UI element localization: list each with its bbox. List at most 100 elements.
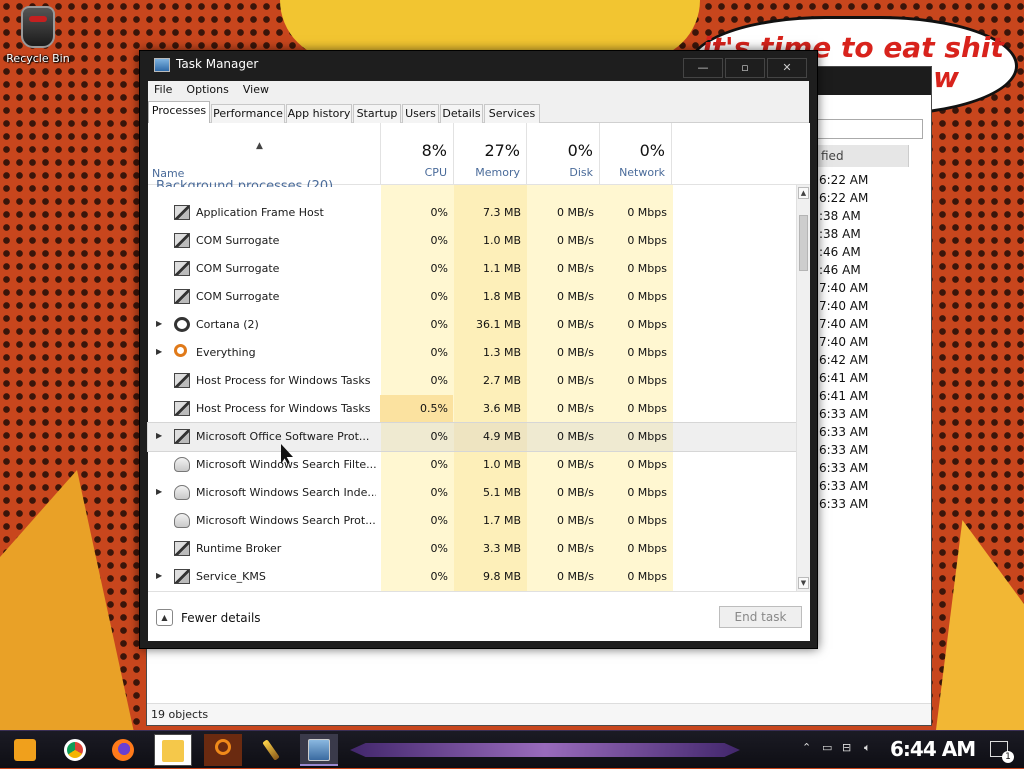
task-manager-window[interactable]: Task Manager — ▫ ✕ File Options View Pro… (139, 50, 818, 649)
process-disk: 0 MB/s (557, 318, 594, 331)
explorer-time-cell: 6:33 AM (819, 407, 869, 421)
volume-icon[interactable]: 🔈︎ (864, 741, 871, 755)
process-network: 0 Mbps (627, 570, 667, 583)
tray-chevron-up-icon[interactable]: ⌃ (802, 741, 811, 754)
process-name: Service_KMS (196, 570, 266, 583)
gear-icon (174, 373, 190, 388)
expand-arrow-icon[interactable]: ▶ (156, 431, 162, 440)
tab-performance[interactable]: Performance (211, 104, 285, 123)
process-memory: 5.1 MB (482, 486, 521, 499)
explorer-search-box[interactable] (817, 119, 923, 139)
menu-bar: File Options View (148, 81, 809, 99)
taskbar-everything-search[interactable] (204, 734, 242, 766)
gear-icon (174, 569, 190, 584)
process-memory: 4.9 MB (482, 430, 521, 443)
process-row[interactable]: Runtime Broker 0% 3.3 MB 0 MB/s 0 Mbps (148, 535, 796, 563)
process-list-scrollbar[interactable]: ▲ ▼ (796, 185, 810, 591)
tab-users[interactable]: Users (402, 104, 439, 123)
process-disk: 0 MB/s (557, 290, 594, 303)
process-row[interactable]: COM Surrogate 0% 1.0 MB 0 MB/s 0 Mbps (148, 227, 796, 255)
fewer-details-link[interactable]: Fewer details (181, 611, 261, 625)
process-name: COM Surrogate (196, 234, 280, 247)
process-row[interactable]: Host Process for Windows Tasks 0.5% 3.6 MB… (148, 395, 796, 423)
column-cpu[interactable]: 8% CPU (380, 123, 453, 185)
process-memory: 1.8 MB (482, 290, 521, 303)
explorer-time-cell: :38 AM (819, 227, 861, 241)
process-cpu: 0% (430, 262, 448, 275)
process-network: 0 Mbps (627, 346, 667, 359)
process-row[interactable]: ▶ Microsoft Windows Search Inde... 0% 5.1 M… (148, 479, 796, 507)
chrome-icon (64, 739, 86, 761)
process-memory: 1.1 MB (482, 262, 521, 275)
expand-arrow-icon[interactable]: ▶ (156, 319, 162, 328)
start-icon (14, 739, 36, 761)
explorer-time-cell: 6:33 AM (819, 479, 869, 493)
end-task-button[interactable]: End task (719, 606, 802, 628)
magnifier-icon (174, 344, 187, 357)
minimize-button[interactable]: — (683, 58, 723, 78)
wallpaper-flame-left (0, 470, 140, 760)
process-row[interactable]: Microsoft Windows Search Filte... 0% 1.0 M… (148, 451, 796, 479)
start-button[interactable] (6, 734, 44, 766)
memory-label: Memory (475, 166, 520, 179)
taskbar-chrome[interactable] (56, 734, 94, 766)
process-row[interactable]: ▶ Microsoft Office Software Prot... 0% 4.9 … (147, 422, 797, 452)
column-network[interactable]: 0% Network (599, 123, 672, 185)
tablet-mode-icon[interactable]: ▭ (822, 741, 832, 754)
taskbar-file-explorer[interactable] (154, 734, 192, 766)
process-row[interactable]: ▶ Service_KMS 0% 9.8 MB 0 MB/s 0 Mbps (148, 563, 796, 591)
window-title: Task Manager (176, 57, 259, 71)
expand-arrow-icon[interactable]: ▶ (156, 347, 162, 356)
gear-icon (174, 541, 190, 556)
process-disk: 0 MB/s (557, 346, 594, 359)
process-row[interactable]: Microsoft Windows Search Prot... 0% 1.7 MB… (148, 507, 796, 535)
close-button[interactable]: ✕ (767, 58, 807, 78)
titlebar[interactable]: Task Manager — ▫ ✕ (140, 51, 817, 79)
explorer-time-cell: 6:33 AM (819, 443, 869, 457)
task-manager-icon (154, 58, 170, 72)
column-disk[interactable]: 0% Disk (526, 123, 599, 185)
process-name: COM Surrogate (196, 262, 280, 275)
scroll-down-arrow-icon[interactable]: ▼ (798, 577, 809, 589)
expand-arrow-icon[interactable]: ▶ (156, 487, 162, 496)
process-row[interactable]: COM Surrogate 0% 1.1 MB 0 MB/s 0 Mbps (148, 255, 796, 283)
process-cpu: 0% (430, 458, 448, 471)
process-row[interactable]: ▶ Cortana (2) 0% 36.1 MB 0 MB/s 0 Mbps (148, 311, 796, 339)
chevron-up-icon[interactable]: ▲ (156, 609, 173, 626)
menu-file[interactable]: File (148, 81, 180, 99)
disk-total: 0% (567, 141, 593, 160)
tab-startup[interactable]: Startup (353, 104, 401, 123)
process-disk: 0 MB/s (557, 374, 594, 387)
recycle-bin-desktop-icon[interactable]: Recycle Bin (6, 6, 70, 65)
menu-options[interactable]: Options (180, 81, 236, 99)
clock[interactable]: 6:44 AM (890, 737, 976, 761)
taskbar-app-wand[interactable] (252, 734, 290, 766)
tab-services[interactable]: Services (484, 104, 540, 123)
maximize-button[interactable]: ▫ (725, 58, 765, 78)
menu-view[interactable]: View (237, 81, 277, 99)
explorer-time-cell: :38 AM (819, 209, 861, 223)
taskbar-task-manager[interactable] (300, 734, 338, 766)
process-row[interactable]: COM Surrogate 0% 1.8 MB 0 MB/s 0 Mbps (148, 283, 796, 311)
network-total: 0% (639, 141, 665, 160)
tab-app-history[interactable]: App history (286, 104, 352, 123)
process-row[interactable]: ▶ Everything 0% 1.3 MB 0 MB/s 0 Mbps (148, 339, 796, 367)
process-network: 0 Mbps (627, 402, 667, 415)
process-list: Application Frame Host 0% 7.3 MB 0 MB/s 0 Mb… (147, 199, 797, 591)
folder-icon (162, 740, 184, 762)
tab-processes[interactable]: Processes (148, 101, 210, 123)
taskbar-firefox[interactable] (104, 734, 142, 766)
scroll-up-arrow-icon[interactable]: ▲ (798, 187, 809, 199)
process-row[interactable]: Application Frame Host 0% 7.3 MB 0 MB/s 0 Mb… (148, 199, 796, 227)
explorer-time-cell: :46 AM (819, 263, 861, 277)
explorer-time-cell: 7:40 AM (819, 299, 869, 313)
expand-arrow-icon[interactable]: ▶ (156, 571, 162, 580)
process-row[interactable]: Host Process for Windows Tasks 0% 2.7 MB 0 … (148, 367, 796, 395)
network-icon[interactable]: ⊟ (842, 741, 851, 754)
group-header-background-processes[interactable]: Background processes (20) (156, 175, 333, 187)
tab-details[interactable]: Details (440, 104, 483, 123)
explorer-time-cell: 6:33 AM (819, 425, 869, 439)
explorer-column-date-modified[interactable]: fied (817, 145, 909, 167)
scroll-thumb[interactable] (799, 215, 808, 271)
column-memory[interactable]: 27% Memory (453, 123, 526, 185)
